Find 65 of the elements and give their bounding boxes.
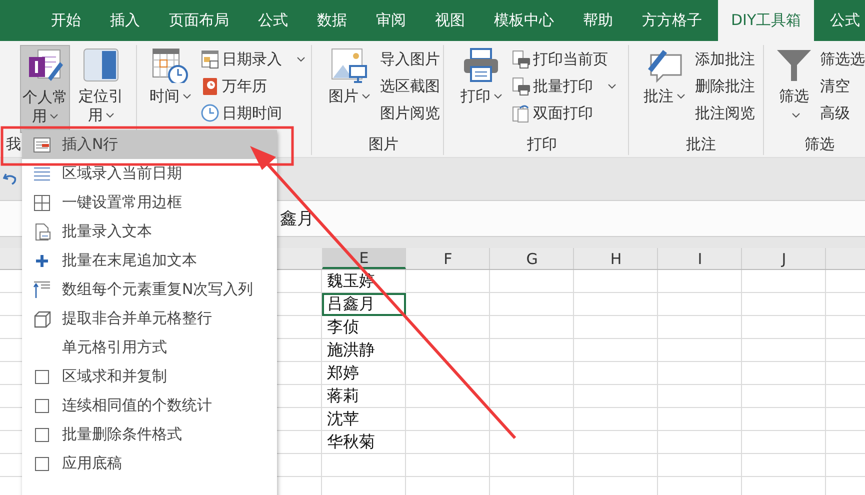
- small-button[interactable]: 添加批注: [695, 49, 755, 70]
- large-button[interactable]: 图片: [324, 45, 374, 133]
- large-button[interactable]: 批注: [639, 45, 689, 133]
- menu-item[interactable]: 批量删除条件格式: [22, 420, 277, 449]
- large-button[interactable]: 个人常用: [20, 45, 70, 133]
- ribbon-tab[interactable]: DIY工具箱: [718, 0, 814, 41]
- menu-item[interactable]: 插入N行: [22, 130, 277, 159]
- large-button[interactable]: 时间: [145, 45, 195, 133]
- ribbon-tab[interactable]: 数据: [304, 0, 360, 41]
- column-header[interactable]: I: [658, 248, 742, 269]
- ribbon-tab[interactable]: 开始: [38, 0, 94, 41]
- small-button[interactable]: 图片阅览: [380, 103, 440, 124]
- ribbon-tab[interactable]: 页面布局: [156, 0, 242, 41]
- table-cell[interactable]: 华秋菊: [323, 431, 408, 454]
- menu-item[interactable]: 应用底稿: [22, 449, 277, 478]
- ribbon-tab[interactable]: 帮助: [570, 0, 626, 41]
- menu-item[interactable]: 连续相同值的个数统计: [22, 391, 277, 420]
- small-button[interactable]: 筛选选: [820, 49, 865, 70]
- small-button[interactable]: 双面打印: [512, 103, 616, 124]
- table-cell[interactable]: 郑婷: [323, 362, 408, 385]
- menu-item[interactable]: 批量在末尾追加文本: [22, 246, 277, 275]
- table-cell[interactable]: 李侦: [323, 316, 408, 339]
- small-button[interactable]: 批量打印: [512, 76, 616, 97]
- ribbon-tab[interactable]: 视图: [422, 0, 478, 41]
- ribbon-tab[interactable]: 插入: [97, 0, 153, 41]
- menu-item[interactable]: 批量录入文本: [22, 217, 277, 246]
- small-button[interactable]: 万年历: [201, 76, 305, 97]
- table-cell[interactable]: 施洪静: [323, 339, 408, 362]
- menu-item[interactable]: 一键设置常用边框: [22, 188, 277, 217]
- table-cell[interactable]: 沈苹: [323, 408, 408, 431]
- table-cell[interactable]: 吕鑫月: [322, 293, 406, 316]
- column-header[interactable]: H: [574, 248, 658, 269]
- menu-item[interactable]: 提取非合并单元格整行: [22, 304, 277, 333]
- small-button[interactable]: 清空: [820, 76, 865, 97]
- large-button[interactable]: 定位引用: [76, 45, 126, 133]
- menu-item[interactable]: 单元格引用方式: [22, 333, 277, 362]
- large-button[interactable]: 打印: [456, 45, 506, 133]
- small-button[interactable]: 高级: [820, 103, 865, 124]
- ribbon-tab[interactable]: 审阅: [363, 0, 419, 41]
- group-label: 打印: [527, 134, 557, 154]
- small-button[interactable]: 删除批注: [695, 76, 755, 97]
- small-button[interactable]: 日期时间: [201, 103, 305, 124]
- group-label: 我: [6, 134, 21, 154]
- ribbon-tab[interactable]: 模板中心: [481, 0, 567, 41]
- small-button[interactable]: 选区截图: [380, 76, 440, 97]
- column-header[interactable]: J: [742, 248, 826, 269]
- column-header[interactable]: G: [490, 248, 574, 269]
- column-header[interactable]: F: [406, 248, 490, 269]
- menu-item[interactable]: 区域求和并复制: [22, 362, 277, 391]
- menu-item[interactable]: 数组每个元素重复N次写入列: [22, 275, 277, 304]
- large-button[interactable]: 筛选: [774, 45, 814, 133]
- group-label: 筛选: [804, 134, 834, 154]
- menu-item[interactable]: 区域录入当前日期: [22, 159, 277, 188]
- small-button[interactable]: 批注阅览: [695, 103, 755, 124]
- small-button[interactable]: 导入图片: [380, 49, 440, 70]
- ribbon-tab[interactable]: 方方格子: [629, 0, 715, 41]
- ribbon-tab[interactable]: 公式: [817, 0, 865, 41]
- group-label: 图片: [368, 134, 398, 154]
- table-cell[interactable]: 蒋莉: [323, 385, 408, 408]
- ribbon-tab[interactable]: 公式: [245, 0, 301, 41]
- group-label: 批注: [686, 134, 716, 154]
- formula-field[interactable]: 鑫月: [280, 207, 314, 230]
- small-button[interactable]: 打印当前页: [512, 49, 616, 70]
- column-header[interactable]: E: [322, 248, 406, 269]
- small-button[interactable]: 日期录入: [201, 49, 305, 70]
